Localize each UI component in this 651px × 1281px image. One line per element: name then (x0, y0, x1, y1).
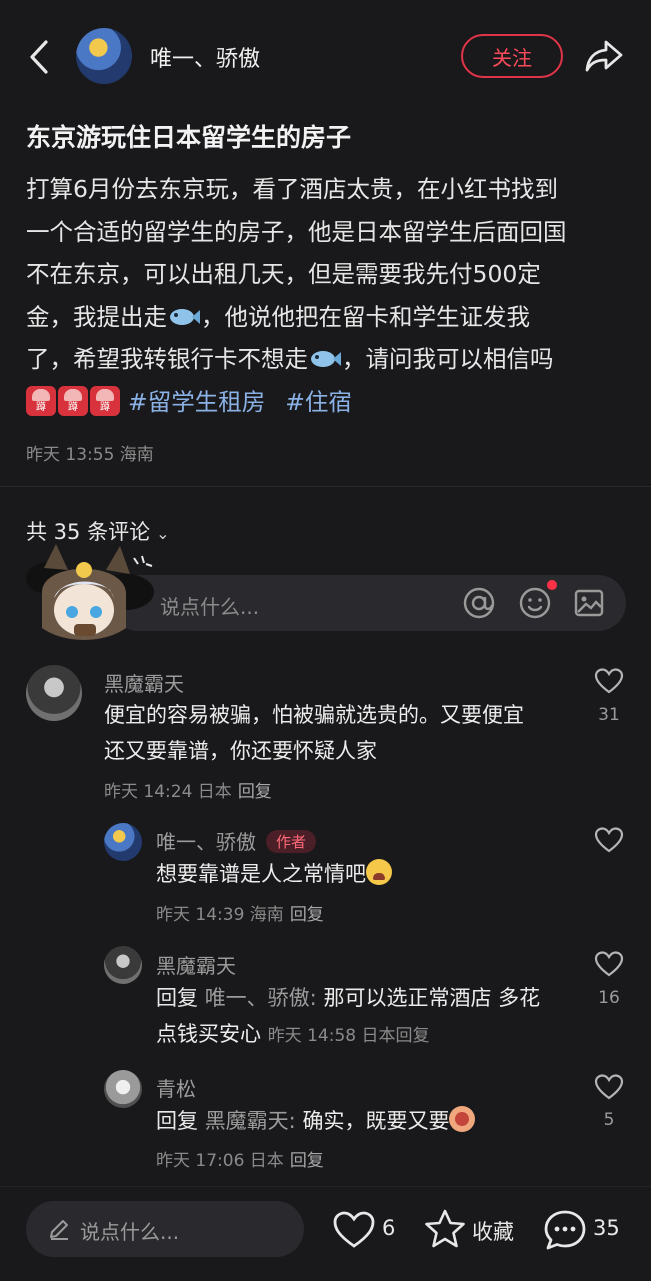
comment-author[interactable]: 唯一、骄傲 (156, 830, 256, 854)
comment-text: 便宜的容易被骗，怕被骗就选贵的。又要便宜 还又要靠谱，你还要怀疑人家 (104, 697, 574, 769)
comment-timestamp: 昨天 14:24 日本 (104, 782, 232, 802)
post-body-text: ，请问我可以相信吗 (342, 345, 554, 373)
crying-emoji-icon (366, 859, 392, 885)
comment-author[interactable]: 黑魔霸天 (156, 950, 236, 979)
post-body-text: 了，希望我转银行卡不想走 (26, 345, 308, 373)
post-timestamp: 昨天 13:55 海南 (26, 445, 154, 465)
comment-line: 想要靠谱是人之常情吧 (156, 862, 366, 886)
like-heart-icon[interactable] (594, 950, 624, 978)
post-body-text: ，他说他把在留卡和学生证发我 (201, 302, 530, 331)
comment-text: 想要靠谱是人之常情吧 (156, 856, 392, 892)
comment-line: 还又要靠谱，你还要怀疑人家 (104, 739, 377, 763)
like-heart-icon[interactable] (594, 667, 624, 695)
reply-to-user[interactable]: 唯一、骄傲: (205, 986, 317, 1010)
angry-emoji-icon (449, 1106, 476, 1132)
post-body-line: 一个合适的留学生的房子，他是日本留学生后面回国 (26, 217, 567, 246)
like-heart-icon[interactable] (594, 1073, 624, 1101)
at-mention-icon[interactable] (462, 586, 496, 620)
post-body-line: 不在东京，可以出租几天，但是需要我先付500定 (26, 260, 541, 288)
squat-emoji-icon (90, 385, 120, 416)
avatar[interactable] (104, 1070, 142, 1108)
avatar[interactable] (26, 665, 82, 721)
favorite-label[interactable]: 收藏 (472, 1216, 514, 1246)
hashtag-link[interactable]: #住宿 (285, 388, 352, 416)
reply-button[interactable]: 回复 (290, 905, 324, 925)
post-comment-count: 35 (593, 1216, 620, 1240)
author-avatar[interactable] (76, 28, 132, 84)
reply-button[interactable]: 回复 (290, 1151, 324, 1171)
comment-author-row: 唯一、骄傲 作者 (156, 826, 317, 855)
comment-input-placeholder: 说点什么... (160, 595, 260, 619)
comment-body: 确实，既要又要 (295, 1109, 450, 1133)
post-body-text: 金，我提出走 (26, 302, 167, 331)
bottom-input-placeholder: 说点什么... (80, 1220, 180, 1244)
comment-body: 那可以选正常酒店 多花 (316, 986, 541, 1010)
like-count: 5 (603, 1110, 615, 1130)
comment-body: 点钱买安心 (156, 1022, 261, 1046)
avatar[interactable] (104, 823, 142, 861)
reply-to-user[interactable]: 黑魔霸天: (205, 1109, 296, 1133)
comment-text: 回复 黑魔霸天: 确实，既要又要 (156, 1103, 476, 1139)
squat-emoji-icon (58, 385, 88, 416)
comment-line: 回复 唯一、骄傲: 那可以选正常酒店 多花 (156, 980, 576, 1016)
back-arrow-icon[interactable] (26, 38, 54, 76)
comment-timestamp: 昨天 14:58 日本 (267, 1026, 396, 1046)
post-title: 东京游玩住日本留学生的房子 (26, 123, 352, 152)
post-body-line: 了，希望我转银行卡不想走 ，请问我可以相信吗 (26, 338, 626, 381)
squat-emoji-icon (26, 385, 56, 416)
reply-button[interactable]: 回复 (238, 782, 272, 802)
anime-sticker-image (26, 544, 154, 640)
image-icon[interactable] (573, 587, 605, 619)
post-body-line: 金，我提出走 ，他说他把在留卡和学生证发我 (26, 296, 626, 339)
comment-author[interactable]: 青松 (156, 1073, 196, 1102)
comment-author[interactable]: 黑魔霸天 (104, 668, 184, 697)
post-body-line: 打算6月份去东京玩，看了酒店太贵，在小红书找到 (26, 175, 558, 203)
comment-timestamp: 昨天 14:39 海南 (156, 905, 284, 925)
notification-dot (547, 580, 557, 590)
like-heart-icon[interactable] (594, 826, 624, 854)
comment-line: 点钱买安心 昨天 14:58 日本回复 (156, 1016, 576, 1054)
divider (0, 486, 651, 487)
fish-emoji-icon (311, 351, 341, 367)
author-badge: 作者 (266, 830, 317, 853)
pencil-icon (50, 1220, 68, 1240)
like-count: 31 (598, 705, 620, 725)
comment-meta: 昨天 14:39 海南 回复 (156, 900, 324, 925)
fish-emoji-icon (170, 308, 200, 325)
comment-meta: 昨天 14:24 日本 回复 (104, 777, 272, 802)
post-tags-line: #留学生租房 #住宿 (26, 381, 626, 424)
like-heart-icon[interactable] (333, 1210, 375, 1250)
reply-prefix: 回复 (156, 1109, 198, 1133)
comment-meta: 昨天 17:06 日本 回复 (156, 1146, 324, 1171)
emoji-icon[interactable] (518, 586, 552, 620)
hashtag-link[interactable]: #留学生租房 (128, 388, 265, 416)
comment-line: 便宜的容易被骗，怕被骗就选贵的。又要便宜 (104, 703, 524, 727)
comment-bubble-icon[interactable] (543, 1208, 587, 1252)
star-icon[interactable] (424, 1208, 466, 1250)
post-body: 打算6月份去东京玩，看了酒店太贵，在小红书找到 一个合适的留学生的房子，他是日本… (26, 168, 626, 423)
comment-text: 回复 唯一、骄傲: 那可以选正常酒店 多花 点钱买安心 昨天 14:58 日本回… (156, 980, 576, 1054)
avatar[interactable] (104, 946, 142, 984)
like-count: 16 (598, 988, 620, 1008)
reply-button[interactable]: 回复 (396, 1026, 430, 1046)
author-name[interactable]: 唯一、骄傲 (150, 41, 260, 73)
reply-prefix: 回复 (156, 986, 198, 1010)
follow-button[interactable]: 关注 (461, 34, 563, 78)
post-like-count: 6 (382, 1216, 396, 1240)
comment-timestamp: 昨天 17:06 日本 (156, 1151, 284, 1171)
share-icon[interactable] (584, 38, 624, 74)
